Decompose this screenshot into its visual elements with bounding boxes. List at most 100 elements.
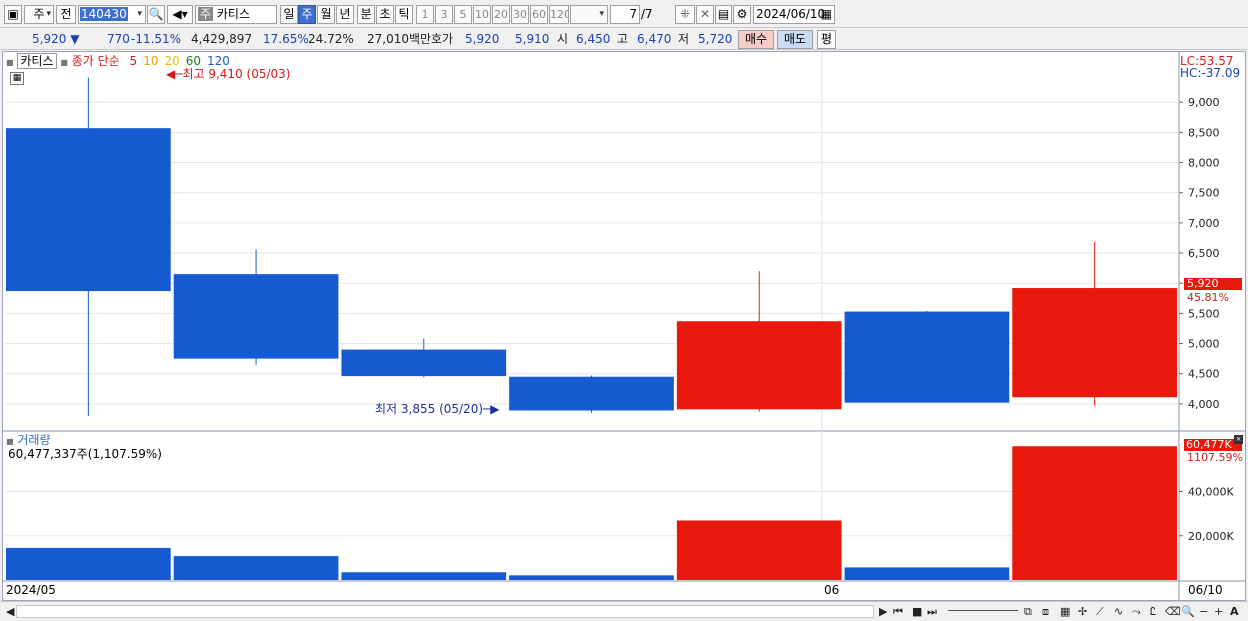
open-price: 6,450 (576, 32, 611, 46)
arrow-left-icon: ◀─ (166, 67, 183, 81)
volume-bar (676, 520, 842, 580)
chart-canvas[interactable]: 4,0004,5005,0005,5006,0006,5007,0007,500… (3, 52, 1245, 600)
period-button[interactable]: 주 (298, 5, 316, 24)
down-arrow-icon: ▼ (70, 32, 80, 46)
forward-icon[interactable]: ⏭ (927, 605, 937, 619)
period-button[interactable]: 년 (336, 5, 354, 24)
trade-value: 27,010백만 (367, 32, 432, 46)
chevron-down-icon: ▾ (46, 9, 51, 19)
interval-button[interactable]: 20 (492, 5, 510, 24)
window-icon[interactable]: ⧉ (1024, 605, 1032, 619)
price-tick-label: 9,000 (1188, 96, 1220, 109)
layout-icon[interactable]: ▣ (4, 5, 22, 24)
calculator-icon[interactable]: ▦ (10, 72, 24, 85)
panel-box-icon: ■ (6, 58, 14, 67)
price-tick-label: 5,500 (1188, 307, 1220, 320)
chevron-down-icon: ▾ (599, 9, 604, 19)
volume-bar (1012, 446, 1177, 580)
current-volume-pct: 1107.59% (1187, 451, 1243, 464)
grid-icon[interactable]: ▦ (1060, 605, 1070, 619)
chart-scrollbar[interactable]: ◀ ▶ ⏮ ■ ⏭ ⧉ ⧈ ▦ ✢ ⟋ ∿ ⤳ Ꮭ ⌫ 🔍 − + A (0, 601, 1248, 621)
font-size-icon[interactable]: A (1230, 605, 1239, 619)
candle-series (6, 77, 1177, 416)
low-annotation: 최저 3,855 (05/20)─▶ (375, 402, 499, 416)
candle-body (173, 274, 339, 359)
zoom-slider[interactable] (948, 610, 1018, 611)
price-change: 770 (107, 32, 130, 46)
stock-name-field[interactable]: 주 카티스 (195, 5, 277, 24)
volume-bar (173, 556, 339, 580)
interval-button[interactable]: 5 (454, 5, 472, 24)
period-button[interactable]: 일 (280, 5, 298, 24)
date-input[interactable]: 2024/06/10 ▦ (753, 5, 835, 24)
split-icon[interactable]: ⧈ (1042, 605, 1049, 619)
toolbar: ▣ 주 ▾ 전 140430 ▾ 🔍 ◀▾ 주 카티스 일주월년분초틱 1 3 5 10… (0, 0, 1248, 28)
wave-icon[interactable]: ∿ (1114, 605, 1123, 619)
gear-icon[interactable]: ⚙ (733, 5, 751, 24)
page-count-input[interactable]: 7 (610, 5, 640, 24)
period-button[interactable]: 초 (376, 5, 394, 24)
low-note: 최저 3,855 (05/20) (375, 402, 484, 416)
stock-legend-name: 카티스 (17, 53, 57, 69)
save-icon[interactable]: ▤ (715, 5, 732, 24)
scroll-left-icon[interactable]: ◀ (6, 605, 14, 619)
close-icon[interactable]: × (1234, 435, 1243, 444)
volume-bar (6, 547, 171, 580)
interval-button[interactable]: 10 (473, 5, 491, 24)
sell-button[interactable]: 매도 (777, 30, 813, 49)
interval-button[interactable]: 30 (511, 5, 529, 24)
zoom-out-icon[interactable]: − (1199, 605, 1208, 619)
chevron-down-icon: ▾ (137, 9, 142, 19)
scroll-track[interactable] (16, 605, 874, 618)
crosshair-icon[interactable]: ✕ (696, 5, 714, 24)
link-icon[interactable]: ⁜ (675, 5, 695, 24)
candle-body (1012, 288, 1177, 398)
ma-legend-item: 5 (129, 54, 138, 68)
price-tick-label: 7,500 (1188, 187, 1220, 200)
page-total: /7 (641, 7, 653, 21)
period-button[interactable]: 월 (317, 5, 335, 24)
volume-series (6, 446, 1177, 580)
code-input[interactable]: 140430 ▾ (78, 5, 146, 24)
stock-name: 카티스 (216, 7, 250, 21)
chart-area[interactable]: 4,0004,5005,0005,5006,0006,5007,0007,500… (2, 51, 1246, 601)
curve-icon[interactable]: ⤳ (1132, 605, 1141, 619)
candle-body (676, 321, 842, 410)
panel-box-icon: ■ (60, 58, 68, 67)
turnover-pct: 17.65% (263, 32, 309, 46)
high-annotation: ◀─최고 9,410 (05/03) (166, 67, 290, 81)
erase-icon[interactable]: ⌫ (1165, 605, 1181, 619)
price-tick-label: 4,500 (1188, 368, 1220, 381)
prev-button[interactable]: 전 (56, 5, 76, 24)
ratio-pct: 24.72% (308, 32, 354, 46)
interval-button[interactable]: 1 (416, 5, 434, 24)
scroll-right-icon[interactable]: ▶ (879, 605, 887, 619)
crosshair-tool-icon[interactable]: ✢ (1078, 605, 1087, 619)
interval-button[interactable]: 3 (435, 5, 453, 24)
high-price: 6,470 (637, 32, 672, 46)
search-icon[interactable]: 🔍 (147, 5, 165, 24)
volume-value-text: 60,477,337주(1,107.59%) (8, 447, 162, 461)
period-button[interactable]: 분 (357, 5, 375, 24)
text-tool-icon[interactable]: Ꮭ (1150, 605, 1156, 619)
interval-select[interactable]: ▾ (570, 5, 608, 24)
rewind-icon[interactable]: ⏮ (893, 605, 903, 619)
interval-button[interactable]: 120 (549, 5, 569, 24)
stop-icon[interactable]: ■ (912, 605, 922, 619)
eval-button[interactable]: 평 (817, 30, 836, 49)
zoom-icon[interactable]: 🔍 (1181, 605, 1195, 619)
ma-legend-item: 60 (185, 54, 202, 68)
candle-body (509, 376, 674, 411)
sound-icon[interactable]: ◀▾ (167, 5, 193, 24)
ma-legend-prefix: 종가 단순 (71, 54, 120, 68)
current-price-pct: 45.81% (1187, 291, 1229, 304)
buy-button[interactable]: 매수 (738, 30, 774, 49)
ma-legend-item: 120 (207, 54, 230, 68)
period-button[interactable]: 틱 (395, 5, 413, 24)
zoom-in-icon[interactable]: + (1214, 605, 1223, 619)
type-select[interactable]: 주 ▾ (24, 5, 54, 24)
interval-button[interactable]: 60 (530, 5, 548, 24)
trendline-icon[interactable]: ⟋ (1096, 605, 1104, 619)
volume-tick-label: 20,000K (1188, 530, 1234, 543)
quote-ask: 5,920 (465, 32, 500, 46)
